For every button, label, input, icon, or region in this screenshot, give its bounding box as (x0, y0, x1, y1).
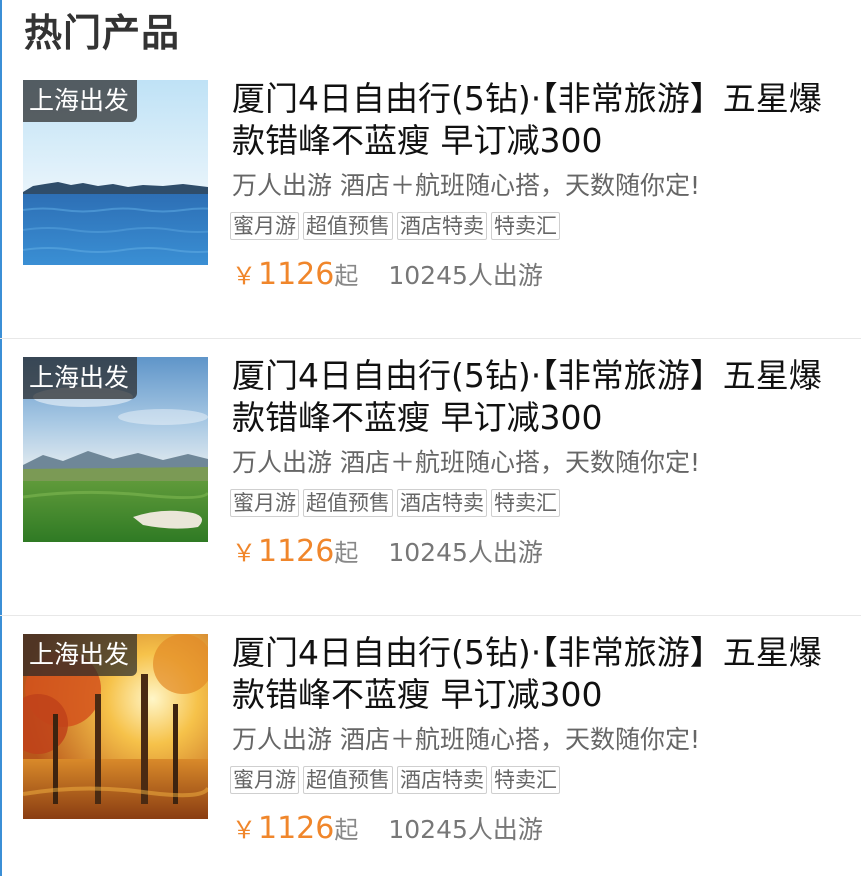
product-tags: 蜜月游 超值预售 酒店特卖 特卖汇 (230, 212, 560, 240)
section-title: 热门产品 (24, 11, 181, 55)
price-value: 1126 (258, 257, 335, 292)
price-line: ￥ 1126 起 10245人出游 (232, 533, 543, 569)
traveler-count: 10245人出游 (388, 815, 543, 844)
product-thumbnail-autumn[interactable]: 上海出发 (23, 634, 208, 819)
tag-label: 酒店特卖 (397, 489, 487, 517)
price-line: ￥ 1126 起 10245人出游 (232, 256, 543, 292)
product-tags: 蜜月游 超值预售 酒店特卖 特卖汇 (230, 489, 560, 517)
tag-label: 酒店特卖 (397, 766, 487, 794)
price-line: ￥ 1126 起 10245人出游 (232, 810, 543, 846)
product-card[interactable]: 上海出发 厦门4日自由行(5钻)·【非常旅游】五星爆款错峰不蓝瘦 早订减300 … (0, 616, 861, 876)
price-suffix: 起 (334, 539, 359, 567)
product-title[interactable]: 厦门4日自由行(5钻)·【非常旅游】五星爆款错峰不蓝瘦 早订减300 (232, 355, 842, 439)
price-value: 1126 (258, 811, 335, 846)
product-subtitle: 万人出游 酒店＋航班随心搭，天数随你定! (232, 171, 700, 200)
product-title[interactable]: 厦门4日自由行(5钻)·【非常旅游】五星爆款错峰不蓝瘦 早订减300 (232, 632, 842, 716)
tag-label: 酒店特卖 (397, 212, 487, 240)
tag-label: 蜜月游 (230, 489, 299, 517)
currency-symbol: ￥ (232, 262, 256, 290)
product-thumbnail-sea[interactable]: 上海出发 (23, 80, 208, 265)
tag-label: 超值预售 (303, 766, 393, 794)
product-card[interactable]: 上海出发 厦门4日自由行(5钻)·【非常旅游】五星爆款错峰不蓝瘦 早订减300 … (0, 339, 861, 616)
price-suffix: 起 (334, 816, 359, 844)
product-subtitle: 万人出游 酒店＋航班随心搭，天数随你定! (232, 725, 700, 754)
traveler-count: 10245人出游 (388, 261, 543, 290)
tag-label: 超值预售 (303, 489, 393, 517)
departure-tag: 上海出发 (23, 357, 138, 399)
tag-label: 超值预售 (303, 212, 393, 240)
product-title[interactable]: 厦门4日自由行(5钻)·【非常旅游】五星爆款错峰不蓝瘦 早订减300 (232, 78, 842, 162)
currency-symbol: ￥ (232, 816, 256, 844)
product-card[interactable]: 上海出发 厦门4日自由行(5钻)·【非常旅游】五星爆款错峰不蓝瘦 早订减300 … (0, 62, 861, 339)
tag-label: 特卖汇 (491, 766, 560, 794)
price-value: 1126 (258, 534, 335, 569)
departure-tag: 上海出发 (23, 634, 138, 676)
traveler-count: 10245人出游 (388, 538, 543, 567)
tag-label: 特卖汇 (491, 489, 560, 517)
product-subtitle: 万人出游 酒店＋航班随心搭，天数随你定! (232, 448, 700, 477)
product-tags: 蜜月游 超值预售 酒店特卖 特卖汇 (230, 766, 560, 794)
product-list: 上海出发 厦门4日自由行(5钻)·【非常旅游】五星爆款错峰不蓝瘦 早订减300 … (0, 62, 861, 876)
currency-symbol: ￥ (232, 539, 256, 567)
price-suffix: 起 (334, 262, 359, 290)
tag-label: 蜜月游 (230, 212, 299, 240)
product-thumbnail-golf[interactable]: 上海出发 (23, 357, 208, 542)
departure-tag: 上海出发 (23, 80, 138, 122)
tag-label: 特卖汇 (491, 212, 560, 240)
tag-label: 蜜月游 (230, 766, 299, 794)
